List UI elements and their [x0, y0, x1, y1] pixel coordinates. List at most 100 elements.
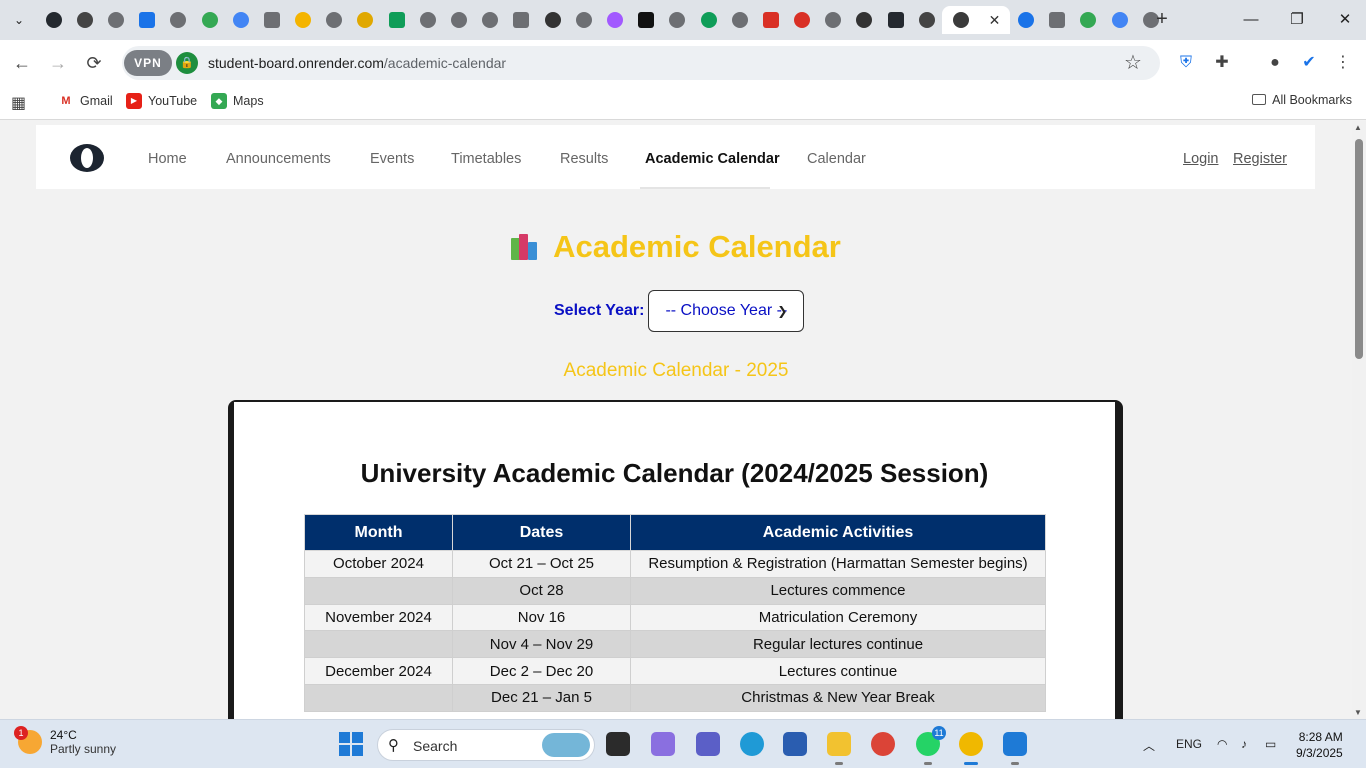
table-cell: Dec 21 – Jan 5: [452, 683, 631, 712]
scrollbar-thumb[interactable]: [1355, 139, 1363, 359]
minimize-button[interactable]: —: [1236, 8, 1266, 32]
extensions-puzzle-icon[interactable]: ✚: [1211, 52, 1233, 74]
vscode-icon[interactable]: [1003, 732, 1027, 765]
browser-tab[interactable]: [69, 6, 100, 34]
browser-tab[interactable]: [288, 6, 319, 34]
maximize-button[interactable]: ❐: [1282, 8, 1312, 32]
volume-icon[interactable]: ♪: [1241, 737, 1247, 751]
wifi-icon[interactable]: ◠: [1217, 737, 1227, 751]
site-logo[interactable]: [70, 144, 104, 172]
tab-search-chevron-icon[interactable]: ⌄: [8, 9, 30, 31]
nav-timetables[interactable]: Timetables: [451, 151, 521, 167]
browser-tab[interactable]: [100, 6, 131, 34]
page-title-text: Academic Calendar: [553, 229, 841, 264]
browser-tab[interactable]: [537, 6, 568, 34]
bookmark-youtube[interactable]: ▶ YouTube: [126, 93, 197, 109]
nav-announcements[interactable]: Announcements: [226, 151, 331, 167]
chrome-icon[interactable]: [871, 732, 895, 756]
nav-events[interactable]: Events: [370, 151, 414, 167]
password-manager-icon[interactable]: ⛨: [1175, 52, 1197, 74]
browser-tab[interactable]: [194, 6, 225, 34]
browser-tab[interactable]: [631, 6, 662, 34]
browser-menu-icon[interactable]: ⋮: [1332, 52, 1354, 74]
browser-tab[interactable]: [350, 6, 381, 34]
browser-tab[interactable]: [256, 6, 287, 34]
lock-icon[interactable]: 🔒: [176, 52, 198, 74]
close-window-button[interactable]: ✕: [1330, 8, 1360, 32]
browser-tab-active[interactable]: ✕: [942, 6, 1011, 34]
taskbar-search[interactable]: ⚲ Search: [377, 729, 595, 761]
reload-button[interactable]: ⟳: [82, 51, 106, 75]
calendar-image-frame: University Academic Calendar (2024/2025 …: [228, 400, 1123, 719]
bookmark-star-icon[interactable]: ☆: [1124, 50, 1142, 75]
system-clock[interactable]: 8:28 AM 9/3/2025: [1296, 729, 1343, 761]
browser-toolbar: ← → ⟳ VPN 🔒 student-board.onrender.com/a…: [0, 40, 1366, 86]
year-select[interactable]: -- Choose Year -- ❯: [648, 290, 805, 332]
vpn-badge[interactable]: VPN: [124, 50, 172, 76]
browser-tab[interactable]: [506, 6, 537, 34]
browser-tab[interactable]: [1073, 6, 1104, 34]
browser-tab[interactable]: [1104, 6, 1135, 34]
browser-tab[interactable]: [818, 6, 849, 34]
tray-overflow-icon[interactable]: ︿: [1143, 737, 1155, 754]
browser-tab[interactable]: [911, 6, 942, 34]
teams-icon[interactable]: [696, 732, 720, 756]
year-label: Select Year:: [554, 302, 645, 319]
nav-calendar[interactable]: Calendar: [807, 151, 866, 167]
login-link[interactable]: Login: [1183, 151, 1218, 167]
browser-app-icon[interactable]: [959, 732, 983, 765]
nav-home[interactable]: Home: [148, 151, 187, 167]
browser-tab[interactable]: [381, 6, 412, 34]
tab-favicon-icon: [731, 12, 748, 28]
browser-tab[interactable]: [443, 6, 474, 34]
scroll-up-icon[interactable]: ▲: [1354, 123, 1362, 132]
forward-button[interactable]: →: [46, 51, 70, 75]
browser-tab[interactable]: [319, 6, 350, 34]
edge-icon[interactable]: [740, 732, 764, 756]
all-bookmarks-button[interactable]: All Bookmarks: [1252, 93, 1352, 107]
address-bar[interactable]: VPN 🔒 student-board.onrender.com/academi…: [122, 46, 1160, 80]
start-button[interactable]: [339, 732, 363, 756]
browser-tab[interactable]: [475, 6, 506, 34]
browser-tab[interactable]: [163, 6, 194, 34]
bookmark-maps[interactable]: ◆ Maps: [211, 93, 264, 109]
browser-tab[interactable]: [662, 6, 693, 34]
bookmark-gmail[interactable]: M Gmail: [58, 93, 112, 109]
browser-tab[interactable]: [412, 6, 443, 34]
weather-widget[interactable]: 1 24°C Partly sunny: [14, 726, 116, 756]
register-link[interactable]: Register: [1233, 151, 1287, 167]
browser-tab[interactable]: [568, 6, 599, 34]
page-scrollbar[interactable]: ▲ ▼: [1352, 121, 1366, 719]
tab-favicon-icon: [357, 12, 374, 28]
apps-grid-icon[interactable]: ▦: [11, 93, 26, 113]
url-text[interactable]: student-board.onrender.com/academic-cale…: [208, 55, 506, 71]
browser-tab[interactable]: [599, 6, 630, 34]
browser-tab[interactable]: [724, 6, 755, 34]
browser-tab[interactable]: [225, 6, 256, 34]
browser-tab[interactable]: [880, 6, 911, 34]
whatsapp-icon[interactable]: 11: [916, 726, 946, 765]
browser-tab[interactable]: [38, 6, 69, 34]
copilot-icon[interactable]: [651, 732, 675, 756]
store-icon[interactable]: [783, 732, 807, 756]
browser-tab[interactable]: [1042, 6, 1073, 34]
browser-tab[interactable]: [787, 6, 818, 34]
browser-tab[interactable]: [755, 6, 786, 34]
file-explorer-icon[interactable]: [827, 732, 851, 765]
browser-tab[interactable]: [849, 6, 880, 34]
nav-results[interactable]: Results: [560, 151, 608, 167]
year-select-value: -- Choose Year --: [665, 302, 788, 319]
back-button[interactable]: ←: [10, 51, 34, 75]
browser-tab[interactable]: [132, 6, 163, 34]
close-tab-icon[interactable]: ✕: [989, 12, 1001, 29]
browser-tab[interactable]: [693, 6, 724, 34]
security-shield-icon[interactable]: ✔: [1298, 52, 1320, 74]
scroll-down-icon[interactable]: ▼: [1354, 708, 1362, 717]
language-indicator[interactable]: ENG: [1176, 737, 1202, 751]
nav-academic-calendar[interactable]: Academic Calendar: [645, 151, 780, 167]
profile-avatar-icon[interactable]: ●: [1264, 52, 1286, 74]
battery-icon[interactable]: ▭: [1265, 737, 1276, 751]
browser-tab[interactable]: [1010, 6, 1041, 34]
new-tab-button[interactable]: +: [1150, 8, 1174, 32]
task-view-icon[interactable]: [606, 732, 630, 756]
